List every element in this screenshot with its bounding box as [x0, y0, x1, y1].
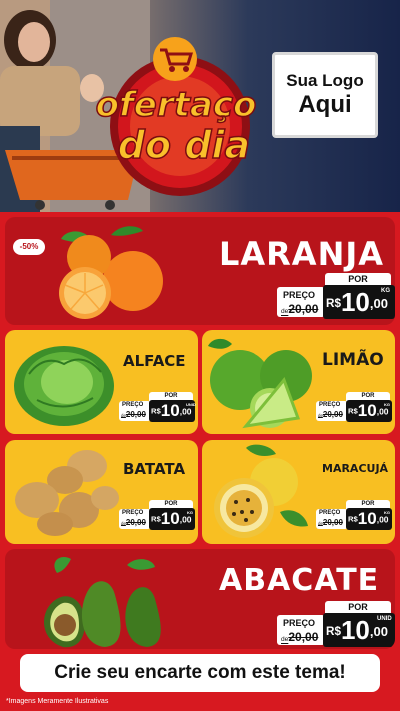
product-name: MARACUJÁ	[322, 462, 389, 475]
product-card-abacate: ABACATE POR PREÇO de20,00 R$10,00 UNID	[5, 549, 395, 649]
preco-label: PREÇO	[122, 510, 144, 516]
unit-label: KG	[384, 510, 390, 515]
preco-label: PREÇO	[283, 290, 316, 300]
unit-label: KG	[384, 402, 390, 407]
disclaimer-text: *Imagens Meramente Ilustrativas	[6, 698, 109, 705]
unit-label: KG	[187, 510, 193, 515]
svg-text:ofertaço: ofertaço	[96, 85, 257, 125]
unit-label: UNID	[377, 616, 392, 622]
product-card-alface: ALFACE POR PREÇO de20,00 R$10,00 UNID	[5, 330, 198, 434]
product-card-maracuja: MARACUJÁ POR PREÇO de20,00 R$10,00 KG	[202, 440, 395, 544]
offer-badge: ofertaço do dia	[95, 37, 257, 196]
passion-fruit-image	[214, 444, 308, 538]
product-name: LARANJA	[219, 235, 385, 273]
store-logo-placeholder: Sua Logo Aqui	[272, 52, 378, 138]
old-price: de20,00	[318, 410, 343, 419]
old-price: de20,00	[318, 518, 343, 527]
unit-label: UNID	[186, 402, 196, 407]
old-price: de20,00	[121, 410, 146, 419]
por-label: POR	[325, 601, 391, 613]
orange-image	[59, 226, 163, 319]
svg-text:do dia: do dia	[118, 123, 250, 167]
product-card-laranja: -50% LARANJA POR PREÇO de20,00 R$10,00 K…	[5, 217, 395, 325]
product-card-limao: LIMÃO POR PREÇO de20,00 R$10,00 KG	[202, 330, 395, 434]
por-label: POR	[325, 273, 391, 285]
product-name: ABACATE	[219, 563, 380, 598]
lime-image	[208, 338, 312, 429]
product-name: BATATA	[123, 460, 186, 478]
discount-badge: -50%	[13, 239, 45, 255]
preco-label: PREÇO	[319, 402, 341, 408]
avocado-image	[44, 556, 161, 648]
cta-text: Crie seu encarte com este tema!	[54, 662, 346, 683]
preco-label: PREÇO	[283, 618, 316, 628]
logo-line-1: Sua Logo	[286, 71, 364, 90]
old-price: de20,00	[121, 518, 146, 527]
potato-image	[15, 450, 119, 536]
lettuce-image	[14, 346, 114, 426]
product-name: LIMÃO	[322, 350, 384, 370]
header-banner: ofertaço do dia Sua Logo Aqui	[0, 0, 400, 212]
unit-label: KG	[381, 288, 390, 294]
product-card-batata: BATATA POR PREÇO de20,00 R$10,00 KG	[5, 440, 198, 544]
old-price: de20,00	[281, 302, 319, 316]
preco-label: PREÇO	[319, 510, 341, 516]
preco-label: PREÇO	[122, 402, 144, 408]
cta-banner[interactable]: Crie seu encarte com este tema!	[20, 654, 380, 692]
shopping-cart-icon	[153, 37, 197, 81]
logo-line-2: Aqui	[298, 91, 352, 118]
old-price: de20,00	[281, 630, 319, 644]
product-name: ALFACE	[123, 352, 186, 370]
